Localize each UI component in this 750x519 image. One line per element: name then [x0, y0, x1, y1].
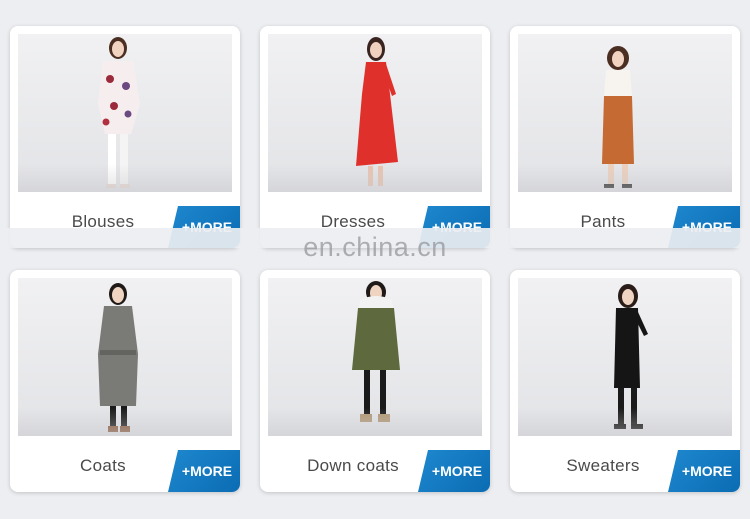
product-photo-down-coats[interactable]: [268, 278, 482, 436]
more-button[interactable]: +MORE: [418, 450, 490, 492]
category-card-sweaters[interactable]: Sweaters +MORE: [510, 270, 740, 492]
category-label[interactable]: Down coats: [278, 456, 428, 476]
category-card-blouses[interactable]: Blouses +MORE: [10, 26, 240, 248]
product-photo-dresses[interactable]: [268, 34, 482, 192]
product-photo-sweaters[interactable]: [518, 278, 732, 436]
category-label[interactable]: Coats: [28, 456, 178, 476]
category-card-dresses[interactable]: Dresses +MORE: [260, 26, 490, 248]
category-card-down-coats[interactable]: Down coats +MORE: [260, 270, 490, 492]
category-card-pants[interactable]: Pants +MORE: [510, 26, 740, 248]
more-button[interactable]: +MORE: [168, 450, 240, 492]
category-label[interactable]: Sweaters: [528, 456, 678, 476]
category-card-coats[interactable]: Coats +MORE: [10, 270, 240, 492]
product-photo-pants[interactable]: [518, 34, 732, 192]
watermark-text: en.china.cn: [303, 232, 447, 262]
product-photo-blouses[interactable]: [18, 34, 232, 192]
more-button[interactable]: +MORE: [668, 450, 740, 492]
product-photo-coats[interactable]: [18, 278, 232, 436]
